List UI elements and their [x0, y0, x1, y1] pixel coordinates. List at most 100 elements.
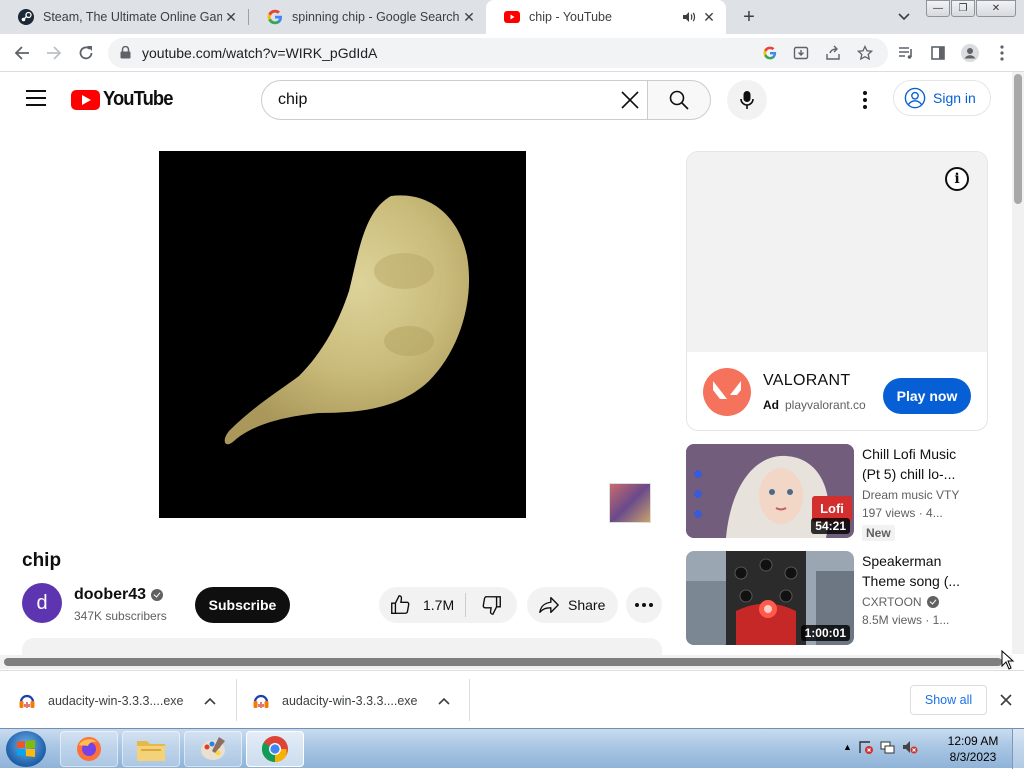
- close-window-button[interactable]: ✕: [976, 0, 1016, 17]
- suggested-video[interactable]: Lofi 54:21 Chill Lofi Music (Pt 5) chill…: [686, 444, 996, 541]
- bookmark-star-icon[interactable]: [856, 44, 874, 62]
- share-arrow-icon: [539, 596, 559, 614]
- vertical-scrollbar[interactable]: [1012, 72, 1024, 654]
- horizontal-scrollbar[interactable]: [0, 655, 1012, 669]
- search-input[interactable]: chip: [261, 80, 648, 120]
- suggested-video[interactable]: 1:00:01 Speakerman Theme song (... CXRTO…: [686, 551, 996, 646]
- subscriber-count: 347K subscribers: [74, 609, 167, 623]
- svg-text:Lofi: Lofi: [820, 501, 844, 516]
- play-now-button[interactable]: Play now: [883, 378, 971, 414]
- minimize-button[interactable]: —: [926, 0, 950, 17]
- show-desktop-button[interactable]: [1012, 729, 1024, 769]
- video-views: 8.5M views · 1...: [862, 613, 950, 627]
- youtube-play-icon: [71, 89, 100, 110]
- video-duration: 54:21: [811, 518, 850, 534]
- show-all-downloads-button[interactable]: Show all: [910, 685, 987, 715]
- video-thumbnail[interactable]: Lofi 54:21: [686, 444, 854, 538]
- download-item[interactable]: audacity-win-3.3.3....exe: [252, 679, 452, 723]
- profile-avatar-icon[interactable]: [960, 43, 980, 63]
- end-screen-thumbnail[interactable]: [609, 483, 651, 523]
- chevron-up-icon[interactable]: [202, 693, 218, 709]
- media-control-icon[interactable]: [896, 43, 916, 63]
- like-button[interactable]: 1.7M: [379, 587, 465, 623]
- reload-icon[interactable]: [76, 43, 96, 63]
- video-duration: 1:00:01: [800, 625, 850, 641]
- channel-avatar[interactable]: d: [22, 583, 62, 623]
- download-item[interactable]: audacity-win-3.3.3....exe: [18, 679, 218, 723]
- video-thumbnail[interactable]: 1:00:01: [686, 551, 854, 645]
- close-downloads-icon[interactable]: [996, 690, 1016, 710]
- taskbar-firefox[interactable]: [60, 731, 118, 767]
- tab-youtube[interactable]: chip - YouTube ✕: [486, 0, 726, 34]
- chrome-menu-icon[interactable]: [992, 43, 1012, 63]
- address-bar[interactable]: youtube.com/watch?v=WIRK_pGdIdA: [108, 38, 888, 68]
- thumbs-up-icon: [391, 595, 410, 614]
- firefox-icon: [77, 737, 101, 761]
- taskbar-paint[interactable]: [184, 731, 242, 767]
- volume-muted-icon[interactable]: [902, 739, 918, 755]
- tab-google-search[interactable]: spinning chip - Google Search ✕: [249, 0, 486, 34]
- new-tab-button[interactable]: +: [737, 5, 761, 29]
- system-clock[interactable]: 12:09 AM 8/3/2023: [938, 733, 1008, 765]
- show-hidden-icons-icon[interactable]: ▲: [843, 742, 852, 752]
- tab-steam[interactable]: Steam, The Ultimate Online Gam ✕: [0, 0, 248, 34]
- settings-more-icon[interactable]: [855, 88, 875, 112]
- ad-badge: Ad: [763, 398, 779, 412]
- network-icon[interactable]: [880, 739, 896, 755]
- video-channel[interactable]: CXRTOON: [862, 595, 939, 609]
- sign-in-button[interactable]: Sign in: [893, 80, 991, 116]
- download-divider: [236, 679, 237, 721]
- voice-search-button[interactable]: [727, 80, 767, 120]
- like-dislike-group: 1.7M: [379, 587, 517, 623]
- video-player[interactable]: [159, 151, 526, 518]
- action-center-icon[interactable]: [858, 739, 874, 755]
- like-count: 1.7M: [423, 597, 455, 613]
- close-tab-icon[interactable]: ✕: [700, 8, 718, 26]
- google-lens-icon[interactable]: [761, 44, 779, 62]
- audacity-icon: [253, 694, 269, 708]
- lock-icon[interactable]: [120, 45, 131, 64]
- subscribe-button[interactable]: Subscribe: [195, 587, 290, 623]
- search-icon: [669, 90, 689, 110]
- maximize-button[interactable]: ❐: [951, 0, 975, 17]
- video-channel[interactable]: Dream music VTY: [862, 488, 959, 502]
- channel-name-text: CXRTOON: [862, 595, 922, 609]
- scrollbar-thumb[interactable]: [4, 658, 1002, 666]
- close-tab-icon[interactable]: ✕: [222, 8, 240, 26]
- taskbar-file-explorer[interactable]: [122, 731, 180, 767]
- taskbar-chrome[interactable]: [246, 731, 304, 767]
- share-page-icon[interactable]: [824, 44, 842, 62]
- ad-domain: playvalorant.co: [785, 398, 866, 412]
- channel-name[interactable]: doober43: [74, 586, 164, 604]
- menu-icon[interactable]: [26, 90, 46, 106]
- ad-card[interactable]: i VALORANT Ad playvalorant.co Play now: [686, 151, 988, 431]
- side-panel-icon[interactable]: [928, 43, 948, 63]
- ad-media[interactable]: [687, 152, 987, 352]
- share-button[interactable]: Share: [527, 587, 618, 623]
- search-button[interactable]: [647, 80, 711, 120]
- mouse-cursor-icon: [1001, 650, 1015, 670]
- description-box[interactable]: [22, 638, 662, 656]
- install-app-icon[interactable]: [792, 44, 810, 62]
- windows-taskbar: ▲ 12:09 AM 8/3/2023: [0, 728, 1024, 769]
- forward-icon[interactable]: [44, 43, 64, 63]
- info-icon[interactable]: i: [945, 167, 969, 191]
- chevron-up-icon[interactable]: [436, 693, 452, 709]
- more-actions-button[interactable]: [626, 587, 662, 623]
- folder-icon: [137, 741, 165, 761]
- youtube-logo[interactable]: YouTube: [71, 88, 179, 111]
- tab-title: chip - YouTube: [529, 10, 612, 24]
- speaker-icon[interactable]: [680, 8, 698, 26]
- back-icon[interactable]: [12, 43, 32, 63]
- video-title[interactable]: Speakerman Theme song (...: [862, 551, 972, 591]
- start-button[interactable]: [6, 731, 46, 767]
- close-tab-icon[interactable]: ✕: [460, 8, 478, 26]
- tab-search-chevron-icon[interactable]: [894, 7, 914, 27]
- valorant-logo-icon: [703, 368, 751, 416]
- video-title[interactable]: Chill Lofi Music (Pt 5) chill lo-...: [862, 444, 972, 484]
- download-filename: audacity-win-3.3.3....exe: [282, 694, 418, 708]
- video-views: 197 views · 4...: [862, 506, 943, 520]
- dislike-button[interactable]: [466, 587, 517, 623]
- scrollbar-thumb[interactable]: [1014, 74, 1022, 204]
- clear-search-icon[interactable]: [619, 89, 641, 111]
